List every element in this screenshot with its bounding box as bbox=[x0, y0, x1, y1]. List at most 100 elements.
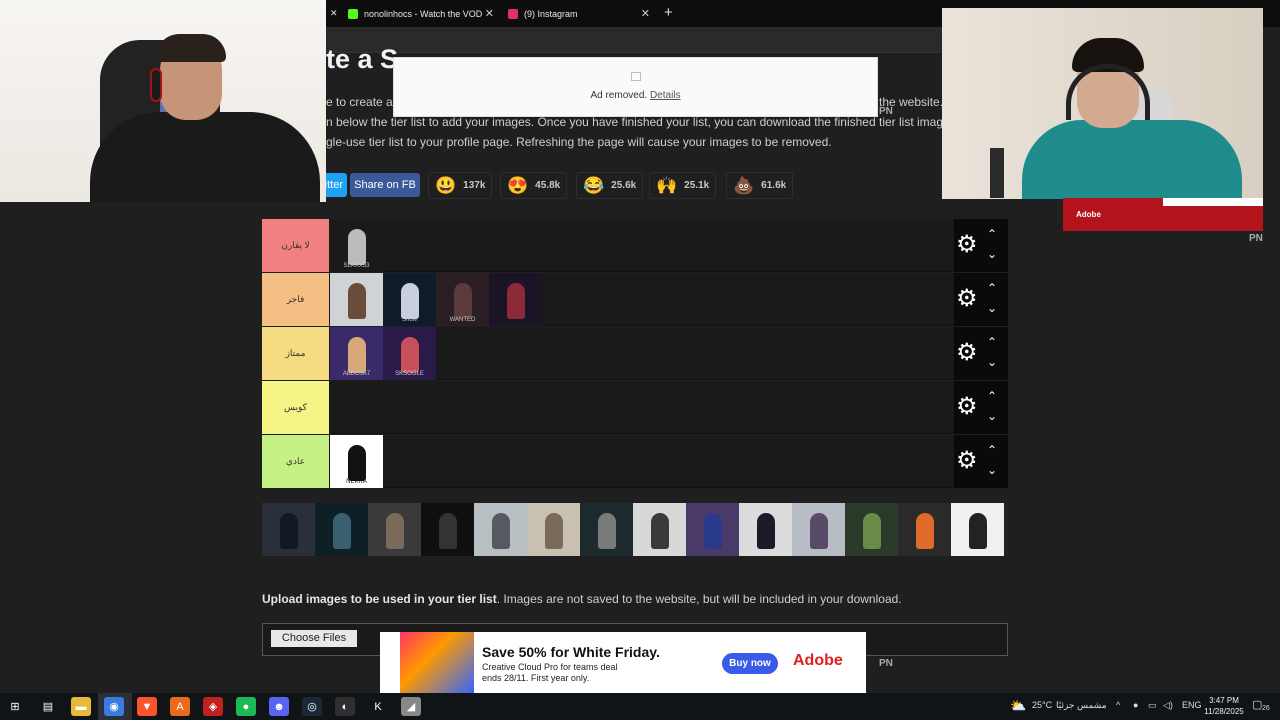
gear-icon[interactable]: ⚙ bbox=[956, 393, 978, 421]
tier-label[interactable]: عادي bbox=[262, 435, 329, 488]
tier-label[interactable]: فاجر bbox=[262, 273, 329, 326]
app-k-icon[interactable]: K bbox=[368, 697, 388, 716]
share-facebook-button[interactable]: Share on FB bbox=[350, 173, 420, 197]
network-icon[interactable]: ▭ bbox=[1148, 700, 1157, 711]
intro-text-3: gle-use tier list to your profile page. … bbox=[326, 135, 832, 149]
pool-image[interactable] bbox=[898, 503, 951, 556]
gear-icon[interactable]: ⚙ bbox=[956, 231, 978, 259]
chevron-up-icon[interactable]: ⌃ bbox=[987, 443, 997, 457]
pool-image[interactable] bbox=[633, 503, 686, 556]
chevron-up-icon[interactable]: ⌃ bbox=[987, 335, 997, 349]
tier-image[interactable]: SKSOGLE bbox=[383, 327, 436, 380]
weather-temp[interactable]: 25°C bbox=[1032, 700, 1052, 710]
mic-stand bbox=[990, 148, 1004, 198]
file-explorer-icon[interactable]: ▬ bbox=[71, 697, 91, 716]
image-figure bbox=[401, 337, 419, 373]
gear-icon[interactable]: ⚙ bbox=[956, 447, 978, 475]
chevron-up-icon[interactable]: ⌃ bbox=[987, 281, 997, 295]
tier-controls: ⚙ ⌃ ⌄ bbox=[954, 219, 1008, 272]
spotify-icon[interactable]: ● bbox=[236, 697, 256, 716]
buy-now-button[interactable]: Buy now bbox=[722, 653, 778, 674]
chevron-down-icon[interactable]: ⌄ bbox=[987, 355, 997, 369]
heart-eyes-emoji-icon: 😍 bbox=[507, 175, 529, 195]
tab-title: nonolinhocs - Watch the VOD bbox=[364, 8, 483, 19]
ad-artwork bbox=[400, 632, 474, 693]
tab-instagram[interactable]: (9) Instagram ✕ bbox=[500, 0, 656, 27]
gear-icon[interactable]: ⚙ bbox=[956, 285, 978, 313]
tier-label[interactable]: كويس bbox=[262, 381, 329, 434]
tier-image[interactable]: SLAXX53 bbox=[330, 219, 383, 272]
tier-image[interactable]: ABDOJA7 bbox=[330, 327, 383, 380]
chevron-down-icon[interactable]: ⌄ bbox=[987, 247, 997, 261]
reaction-heart-eyes[interactable]: 😍 45.8k bbox=[500, 172, 568, 199]
tray-chevron-icon[interactable]: ^ bbox=[1116, 700, 1120, 710]
side-ad-adobe[interactable]: Adobe bbox=[1063, 198, 1263, 231]
chevron-up-icon[interactable]: ⌃ bbox=[987, 389, 997, 403]
raised-hands-emoji-icon: 🙌 bbox=[656, 175, 678, 195]
chevron-down-icon[interactable]: ⌄ bbox=[987, 409, 997, 423]
windows-icon[interactable]: ⊞ bbox=[5, 697, 25, 716]
adobe-label: Adobe bbox=[1076, 210, 1101, 219]
gamepad-icon[interactable]: ◈ bbox=[203, 697, 223, 716]
new-tab-button[interactable]: + bbox=[664, 4, 673, 21]
choose-files-button[interactable]: Choose Files bbox=[271, 630, 357, 647]
tab-close-button[interactable]: ✕ bbox=[641, 7, 650, 20]
tier-label[interactable]: لا يقارن bbox=[262, 219, 329, 272]
tab-kick-vod[interactable]: nonolinhocs - Watch the VOD ✕ bbox=[340, 0, 500, 27]
gear-icon[interactable]: ⚙ bbox=[956, 339, 978, 367]
ad-removed-text: Ad removed. bbox=[590, 90, 648, 101]
tier-image[interactable] bbox=[330, 273, 383, 326]
pool-image[interactable] bbox=[421, 503, 474, 556]
pool-image[interactable] bbox=[580, 503, 633, 556]
upload-bold: Upload images to be used in your tier li… bbox=[262, 592, 497, 606]
bottom-ad-banner[interactable]: Save 50% for White Friday. Creative Clou… bbox=[380, 632, 866, 693]
ad-details-link[interactable]: Details bbox=[650, 90, 681, 101]
app-wing-icon[interactable]: ◢ bbox=[401, 697, 421, 716]
reaction-laugh[interactable]: 😂 25.6k bbox=[576, 172, 644, 199]
pool-image[interactable] bbox=[739, 503, 792, 556]
chrome-icon[interactable]: ◉ bbox=[104, 697, 124, 716]
pool-image[interactable] bbox=[315, 503, 368, 556]
ad-headline: Save 50% for White Friday. bbox=[482, 644, 660, 660]
tier-image[interactable] bbox=[489, 273, 542, 326]
pool-image[interactable] bbox=[951, 503, 1004, 556]
reaction-poop[interactable]: 💩 61.6k bbox=[726, 172, 794, 199]
pool-image[interactable] bbox=[686, 503, 739, 556]
chevron-down-icon[interactable]: ⌄ bbox=[987, 301, 997, 315]
discord-icon[interactable]: ☻ bbox=[269, 697, 289, 716]
obs-icon[interactable]: ◐ bbox=[335, 697, 355, 716]
pool-image[interactable] bbox=[845, 503, 898, 556]
task-view-icon[interactable]: ▤ bbox=[38, 697, 58, 716]
tier-label[interactable]: ممتاز bbox=[262, 327, 329, 380]
language-indicator[interactable]: ENG bbox=[1182, 700, 1202, 710]
image-tag: Snow bbox=[401, 317, 417, 323]
pool-image[interactable] bbox=[792, 503, 845, 556]
pool-image[interactable] bbox=[527, 503, 580, 556]
notifications-icon[interactable]: ▢ bbox=[1252, 698, 1262, 711]
pool-image[interactable] bbox=[474, 503, 527, 556]
tier-image[interactable]: Snow bbox=[383, 273, 436, 326]
image-figure bbox=[280, 513, 298, 549]
brave-icon[interactable]: ▼ bbox=[137, 697, 157, 716]
pool-image[interactable] bbox=[262, 503, 315, 556]
tier-image[interactable]: NEKRA bbox=[330, 435, 383, 488]
smile-emoji-icon: 😃 bbox=[435, 175, 457, 195]
clock-time: 3:47 PM bbox=[1209, 696, 1239, 705]
chevron-down-icon[interactable]: ⌄ bbox=[987, 463, 997, 477]
image-figure bbox=[810, 513, 828, 549]
image-figure bbox=[348, 229, 366, 265]
mic-icon[interactable]: ● bbox=[1133, 700, 1138, 710]
tier-image[interactable]: WANTED bbox=[436, 273, 489, 326]
reaction-smile[interactable]: 😃 137k bbox=[428, 172, 493, 199]
steam-icon[interactable]: ◎ bbox=[302, 697, 322, 716]
weather-text[interactable]: مشمس جزئيًا bbox=[1056, 700, 1107, 711]
clock[interactable]: 3:47 PM 11/28/2025 bbox=[1200, 695, 1248, 717]
app-a-icon[interactable]: A bbox=[170, 697, 190, 716]
volume-icon[interactable]: ◁) bbox=[1163, 700, 1173, 711]
tab-close-button[interactable]: ✕ bbox=[485, 7, 494, 20]
chevron-up-icon[interactable]: ⌃ bbox=[987, 227, 997, 241]
pool-image[interactable] bbox=[368, 503, 421, 556]
reaction-raised-hands[interactable]: 🙌 25.1k bbox=[649, 172, 717, 199]
webcam-right bbox=[942, 8, 1263, 199]
tier-controls: ⚙ ⌃ ⌄ bbox=[954, 381, 1008, 434]
